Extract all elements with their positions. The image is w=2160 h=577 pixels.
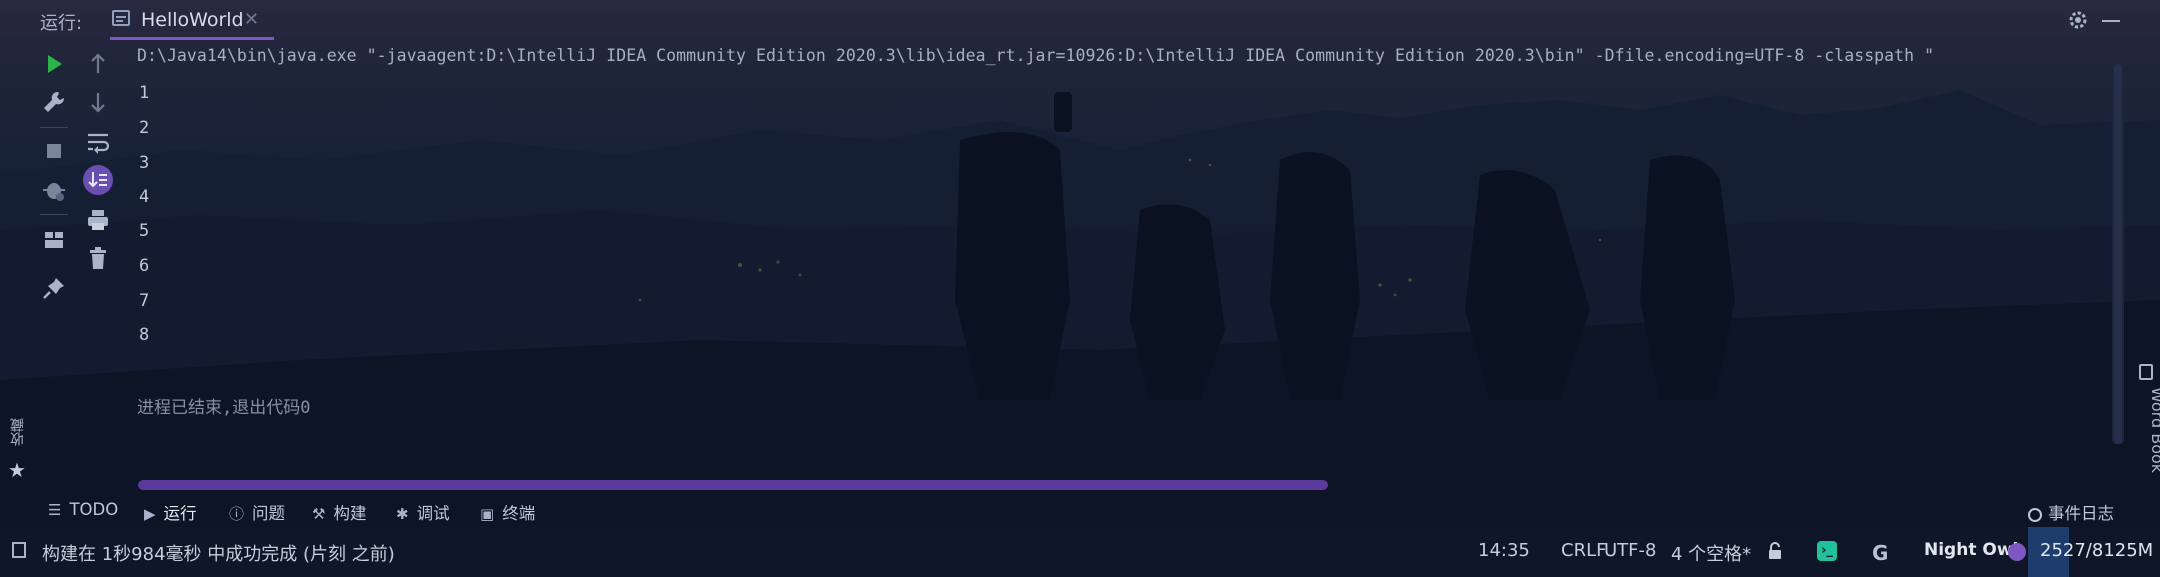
vertical-scroll-thumb[interactable] [2114, 64, 2122, 444]
hammer-icon: ⚒ [312, 505, 326, 523]
tab-helloworld[interactable]: HelloWorld ✕ [110, 0, 274, 40]
debug-bug-icon[interactable] [40, 175, 68, 203]
java-command-line: D:\Java14\bin\java.exe "-javaagent:D:\In… [137, 46, 1935, 65]
output-line: 2 [139, 118, 150, 138]
debug-label: 调试 [416, 504, 450, 523]
process-exit-message: 进程已结束,退出代码0 [137, 398, 311, 418]
lock-icon[interactable] [1768, 542, 1782, 560]
tool-window-problems[interactable]: ⓘ 问题 [229, 500, 285, 524]
scroll-to-end-icon[interactable] [82, 164, 114, 196]
toolbar-divider [40, 214, 68, 215]
build-status-message[interactable]: 构建在 1秒984毫秒 中成功完成 (片刻 之前) [42, 540, 395, 566]
caret-position[interactable]: 14:35 [1478, 540, 1530, 561]
run-icon[interactable] [40, 50, 68, 78]
minimize-icon[interactable] [2102, 20, 2120, 22]
play-icon: ▶ [144, 505, 156, 523]
horizontal-scrollbar[interactable] [138, 480, 1328, 490]
output-line: 6 [139, 256, 150, 276]
build-label: 构建 [333, 504, 367, 523]
stop-icon[interactable] [40, 137, 68, 165]
memory-indicator[interactable]: 2527/8125M [2028, 527, 2160, 577]
event-log-label: 事件日志 [2048, 504, 2114, 523]
memory-usage-text: 2527/8125M [2040, 540, 2154, 561]
tool-window-debug[interactable]: ✱ 调试 [396, 500, 450, 524]
output-line: 3 [139, 153, 150, 173]
favorites-sidebar-tab[interactable]: 收藏 ★ [6, 418, 30, 482]
theme-name[interactable]: Night Owl [1924, 540, 2018, 560]
indent-setting[interactable]: 4 个空格* [1671, 540, 1751, 566]
arrow-up-icon[interactable] [84, 50, 112, 78]
arrow-down-icon[interactable] [84, 88, 112, 116]
terminal-plugin-icon[interactable]: ›_ [1817, 541, 1837, 561]
terminal-label: 终端 [502, 504, 536, 523]
trash-icon[interactable] [84, 244, 112, 272]
run-tab-label: 运行 [163, 504, 197, 523]
problems-label: 问题 [252, 504, 286, 523]
tab-title: HelloWorld [141, 9, 244, 31]
word-book-sidebar-tab[interactable]: Word Book [2136, 362, 2160, 482]
star-icon: ★ [8, 458, 26, 482]
output-line: 4 [139, 187, 150, 207]
info-icon: ⓘ [229, 505, 245, 523]
word-book-label: Word Book [2148, 387, 2160, 474]
tool-window-terminal[interactable]: ▣ 终端 [480, 500, 535, 524]
vertical-scrollbar[interactable] [2112, 64, 2124, 444]
list-icon: ☰ [48, 501, 62, 519]
tool-window-run[interactable]: ▶ 运行 [144, 500, 197, 524]
output-line: 5 [139, 221, 150, 241]
output-line: 7 [139, 291, 150, 311]
print-icon[interactable] [84, 206, 112, 234]
run-tool-window-header: 运行: HelloWorld ✕ [0, 0, 2160, 40]
wrench-icon[interactable] [40, 88, 68, 116]
run-label: 运行: [40, 13, 83, 34]
terminal-icon: ▣ [480, 505, 495, 523]
toolbar-divider [40, 127, 68, 128]
pin-icon[interactable] [40, 274, 68, 302]
close-icon[interactable]: ✕ [244, 9, 259, 30]
book-icon [2139, 364, 2153, 380]
theme-indicator-icon [2008, 543, 2026, 561]
soft-wrap-icon[interactable] [84, 128, 112, 156]
favorites-label: 收藏 [10, 418, 26, 446]
status-bar: 构建在 1秒984毫秒 中成功完成 (片刻 之前) 14:35 CRLF UTF… [0, 527, 2160, 577]
tool-window-bar: ☰ TODO ▶ 运行 ⓘ 问题 ⚒ 构建 ✱ 调试 ▣ 终端 事件日志 [0, 496, 2160, 524]
application-icon [112, 10, 130, 26]
tool-window-event-log[interactable]: 事件日志 [2028, 500, 2114, 524]
line-separator[interactable]: CRLF [1561, 540, 1606, 561]
bug-icon: ✱ [396, 505, 409, 523]
tool-window-todo[interactable]: ☰ TODO [48, 500, 118, 519]
layout-icon[interactable] [40, 226, 68, 254]
output-line: 1 [139, 83, 150, 103]
status-message-icon[interactable] [12, 542, 26, 558]
todo-label: TODO [69, 500, 119, 519]
output-line: 8 [139, 325, 150, 345]
tool-window-build[interactable]: ⚒ 构建 [312, 500, 366, 524]
google-icon[interactable]: G [1872, 541, 1888, 565]
file-encoding[interactable]: UTF-8 [1604, 540, 1656, 561]
event-log-icon [2028, 508, 2042, 522]
gear-icon[interactable] [2066, 8, 2090, 32]
